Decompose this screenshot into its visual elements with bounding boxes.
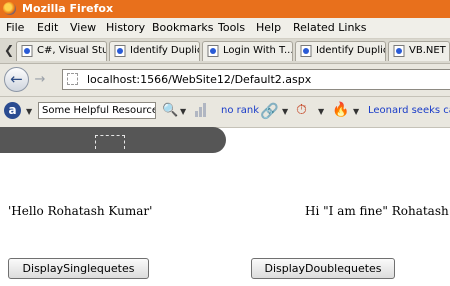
fire-icon[interactable]: 🔥 [332, 102, 349, 118]
menu-tools[interactable]: Tools [218, 21, 245, 34]
dropdown-arrow-icon[interactable]: ▼ [282, 107, 288, 116]
news-headline-link[interactable]: Leonard seeks ca [368, 105, 450, 116]
forward-button[interactable]: → [31, 72, 49, 88]
arrow-right-icon: → [34, 72, 46, 87]
navigation-bar: ← → localhost:1566/WebSite12/Default2.as… [0, 64, 450, 97]
dropdown-arrow-icon[interactable]: ▼ [318, 107, 324, 116]
dropdown-arrow-icon[interactable]: ▼ [353, 107, 359, 116]
page-favicon-icon [300, 45, 312, 57]
site-identity-icon[interactable] [67, 73, 78, 85]
helpful-resources-box[interactable]: Some Helpful Resources [38, 102, 156, 119]
tab-login-with[interactable]: Login With T... [202, 41, 293, 61]
arrow-left-icon: ← [10, 70, 23, 88]
display-single-quotes-button[interactable]: DisplaySinglequetes [8, 258, 149, 279]
menu-view[interactable]: View [70, 21, 96, 34]
dropdown-arrow-icon[interactable]: ▼ [26, 107, 32, 116]
traffic-rank-icon[interactable] [194, 103, 206, 117]
tab-identify-duplicates-2[interactable]: Identify Duplic... [295, 41, 386, 61]
tab-label: Identify Duplic... [316, 45, 385, 56]
single-quotes-output: 'Hello Rohatash Kumar' [8, 204, 153, 218]
stopwatch-icon[interactable]: ⏱ [296, 102, 307, 118]
menu-edit[interactable]: Edit [37, 21, 58, 34]
page-favicon-icon [114, 45, 126, 57]
url-text[interactable]: localhost:1566/WebSite12/Default2.aspx [87, 73, 311, 86]
tab-csharp[interactable]: C#, Visual Stu... [16, 41, 107, 61]
tab-label: Identify Duplic... [130, 45, 199, 56]
menu-bookmarks[interactable]: Bookmarks [152, 21, 213, 34]
page-favicon-icon [393, 45, 405, 57]
window-title: Mozilla Firefox [22, 2, 114, 15]
double-quotes-output: Hi "I am fine" Rohatash [305, 204, 449, 218]
display-double-quotes-button[interactable]: DisplayDoublequetes [251, 258, 395, 279]
page-favicon-icon [207, 45, 219, 57]
address-bar[interactable]: localhost:1566/WebSite12/Default2.aspx [62, 69, 450, 90]
tab-identify-duplicates-1[interactable]: Identify Duplic... [109, 41, 200, 61]
menu-file[interactable]: File [6, 21, 24, 34]
menu-help[interactable]: Help [256, 21, 281, 34]
tab-label: C#, Visual Stu... [37, 45, 107, 56]
grey-toolbar-strip [0, 127, 226, 153]
page-favicon-icon [21, 45, 33, 57]
menu-related-links[interactable]: Related Links [293, 21, 367, 34]
traffic-rank-text[interactable]: no rank [221, 105, 259, 116]
back-button[interactable]: ← [4, 67, 29, 92]
tab-vbnet[interactable]: VB.NET [388, 41, 450, 61]
link-icon[interactable]: 🔗 [260, 102, 279, 120]
tab-label: VB.NET [409, 45, 446, 56]
alexa-logo-icon[interactable]: a [4, 102, 21, 119]
menu-history[interactable]: History [106, 21, 145, 34]
tab-label: Login With T... [223, 45, 293, 56]
firefox-logo-icon [3, 2, 16, 15]
dropdown-arrow-icon[interactable]: ▼ [180, 107, 186, 116]
tab-bar: ❮ C#, Visual Stu... Identify Duplic... L… [0, 39, 450, 64]
search-icon[interactable]: 🔍 [162, 103, 178, 118]
alexa-toolbar: a ▼ Some Helpful Resources 🔍 ▼ no rank 🔗… [0, 97, 450, 128]
window-title-bar: Mozilla Firefox [0, 0, 450, 18]
menu-bar: File Edit View History Bookmarks Tools H… [0, 18, 450, 39]
placeholder-outline [95, 135, 125, 149]
tab-scroll-left-icon[interactable]: ❮ [4, 43, 14, 57]
